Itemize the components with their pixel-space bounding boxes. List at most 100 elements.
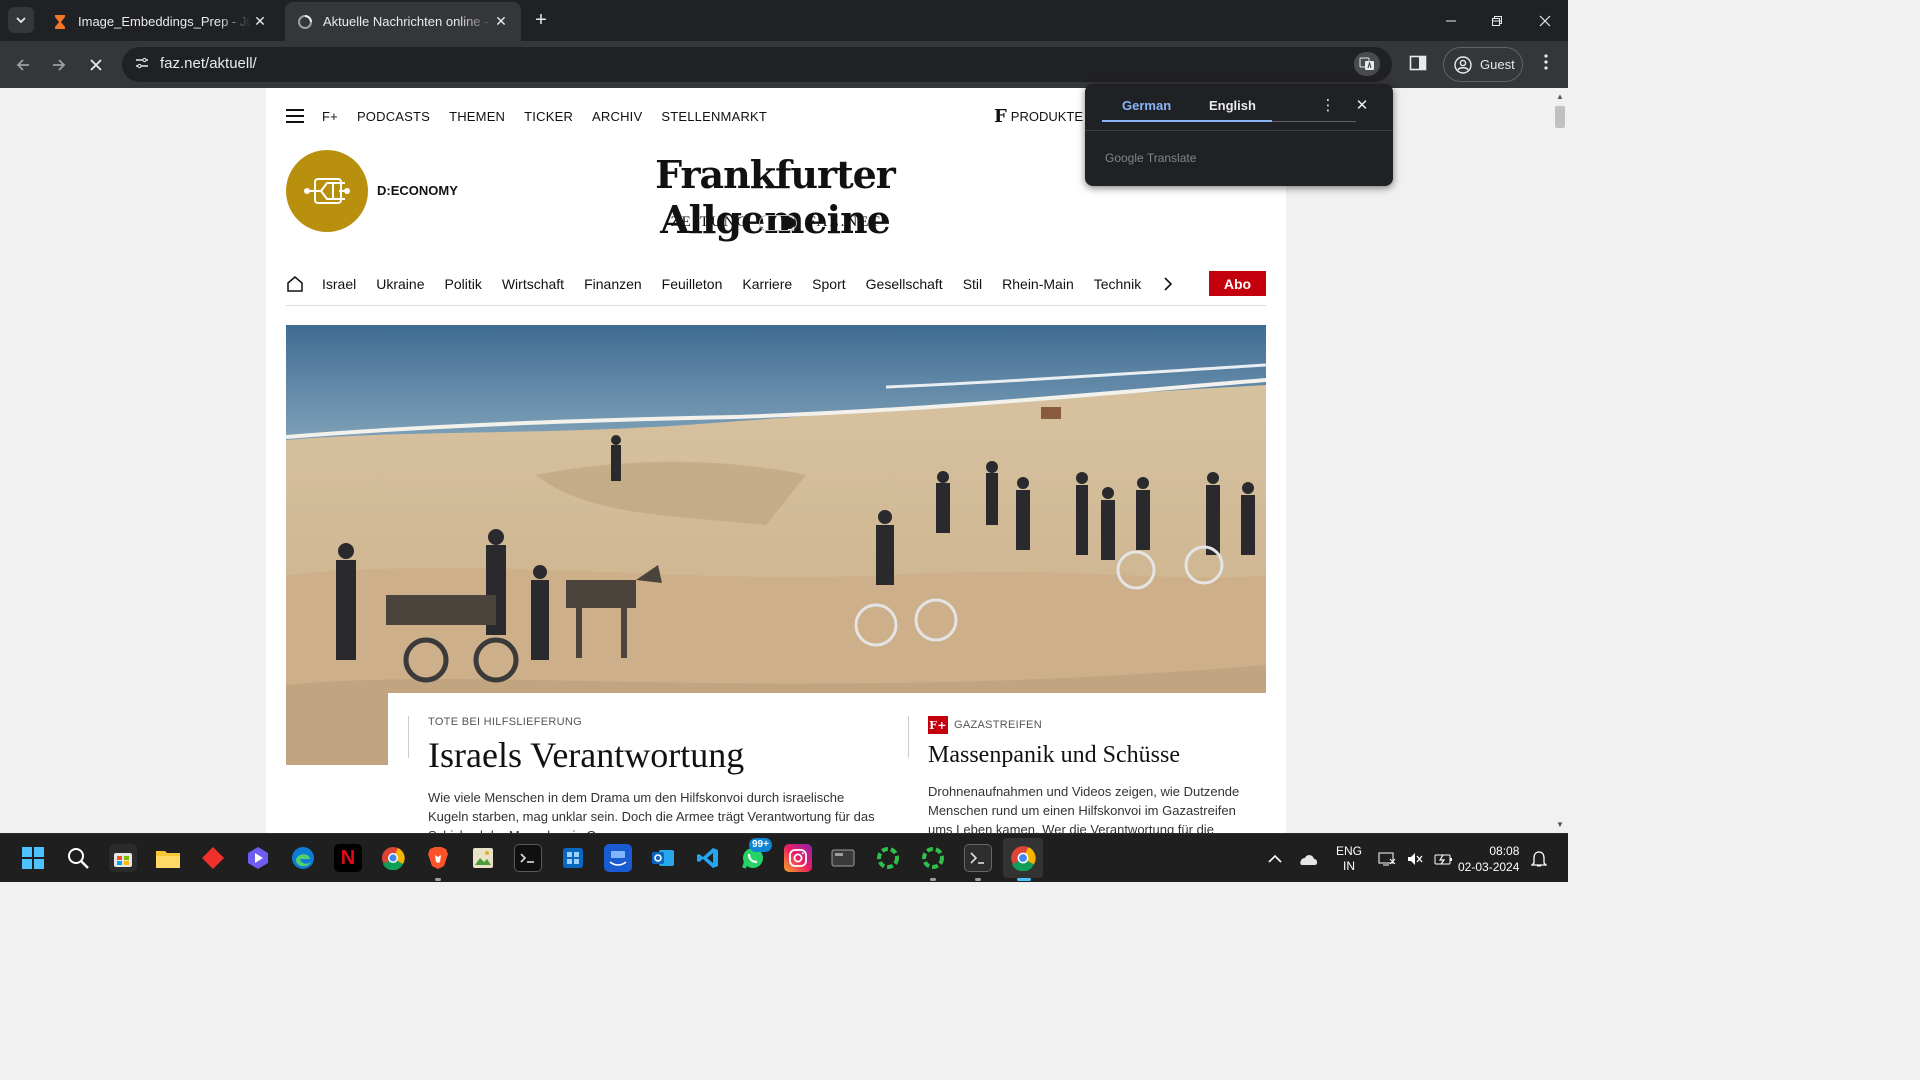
window-manager-icon[interactable] [829, 844, 857, 872]
lead-story[interactable]: TOTE BEI HILFSLIEFERUNG Israels Verantwo… [408, 716, 878, 833]
translate-source-tab[interactable]: German [1122, 98, 1171, 113]
edition-toggle[interactable] [759, 214, 798, 231]
home-icon[interactable] [286, 275, 304, 293]
onedrive-cloud-icon[interactable] [1298, 852, 1318, 866]
section-ukraine[interactable]: Ukraine [376, 276, 424, 292]
scroll-down-arrow-icon[interactable]: ▼ [1556, 820, 1564, 829]
address-bar[interactable]: faz.net/aktuell/ [122, 47, 1392, 82]
second-story-kicker: GAZASTREIFEN [954, 719, 1042, 731]
tab-title: Aktuelle Nachrichten online - FAZ [323, 14, 493, 29]
brave-icon[interactable] [424, 844, 452, 872]
section-karriere[interactable]: Karriere [742, 276, 792, 292]
lang-code: ENG [1336, 843, 1363, 858]
lead-story-headline[interactable]: Israels Verantwortung [428, 734, 878, 776]
tab-search-button[interactable] [8, 7, 34, 33]
section-gesellschaft[interactable]: Gesellschaft [866, 276, 943, 292]
image-viewer-icon[interactable] [469, 844, 497, 872]
second-story-teaser[interactable]: Drohnenaufnahmen und Videos zeigen, wie … [928, 782, 1248, 833]
lead-story-teaser[interactable]: Wie viele Menschen in dem Drama um den H… [428, 788, 878, 833]
section-feuilleton[interactable]: Feuilleton [662, 276, 723, 292]
scroll-up-arrow-icon[interactable]: ▲ [1556, 92, 1564, 101]
translate-icon[interactable] [1354, 52, 1380, 76]
deconomy-label[interactable]: D:ECONOMY [377, 183, 458, 198]
prime-video-icon[interactable] [604, 844, 632, 872]
outlook-icon[interactable] [649, 844, 677, 872]
hexagon-app-icon[interactable] [244, 844, 272, 872]
language-indicator[interactable]: ENG IN [1336, 834, 1362, 883]
page-scrollbar[interactable]: ▲ ▼ [1552, 88, 1568, 833]
notifications-icon[interactable] [1531, 834, 1547, 883]
translate-close-icon[interactable]: ✕ [1352, 96, 1372, 116]
abo-button[interactable]: Abo [1209, 271, 1266, 296]
browser-menu-button[interactable] [1534, 53, 1558, 77]
green-ring-app-icon-2[interactable] [919, 844, 947, 872]
section-technik[interactable]: Technik [1094, 276, 1141, 292]
close-tab-icon[interactable]: ✕ [493, 13, 509, 30]
microsoft-store-icon[interactable] [109, 844, 137, 872]
status-icons[interactable] [1378, 834, 1454, 883]
search-icon[interactable] [64, 844, 92, 872]
back-button[interactable] [10, 52, 36, 78]
file-explorer-icon[interactable] [154, 844, 182, 872]
url-text[interactable]: faz.net/aktuell/ [160, 55, 257, 72]
edge-icon[interactable] [289, 844, 317, 872]
second-story-headline[interactable]: Massenpanik und Schüsse [928, 740, 1248, 770]
section-rhein-main[interactable]: Rhein-Main [1002, 276, 1074, 292]
produkte-menu[interactable]: F PRODUKTE [994, 106, 1097, 127]
faznet-label[interactable]: FAZ.NET [807, 214, 881, 231]
nav-stellenmarkt[interactable]: STELLENMARKT [661, 109, 767, 124]
chrome-active-icon[interactable] [1003, 838, 1043, 878]
red-diamond-app-icon[interactable] [199, 844, 227, 872]
instagram-icon[interactable] [784, 844, 812, 872]
second-story[interactable]: F+ GAZASTREIFEN Massenpanik und Schüsse … [908, 716, 1248, 833]
section-politik[interactable]: Politik [444, 276, 481, 292]
nav-archiv[interactable]: ARCHIV [592, 109, 642, 124]
translate-options-icon[interactable]: ⋮ [1318, 96, 1338, 116]
translate-target-tab[interactable]: English [1209, 98, 1256, 113]
section-wirtschaft[interactable]: Wirtschaft [502, 276, 564, 292]
forward-button[interactable] [46, 52, 72, 78]
battery-charging-icon [1434, 854, 1452, 864]
site-info-icon[interactable] [132, 55, 152, 75]
tab-jupyter[interactable]: Image_Embeddings_Prep - Jupyter ✕ [40, 2, 280, 41]
loading-spinner-icon [298, 14, 312, 29]
close-window-button[interactable] [1522, 0, 1568, 41]
section-sport[interactable]: Sport [812, 276, 845, 292]
arrow-left-icon [16, 59, 29, 71]
new-tab-button[interactable]: + [528, 8, 554, 34]
nav-fplus[interactable]: F+ [322, 109, 338, 124]
nav-podcasts[interactable]: PODCASTS [357, 109, 430, 124]
hamburger-menu-icon[interactable] [286, 109, 304, 123]
zeitung-label[interactable]: ZEITUNG [670, 214, 749, 231]
section-finanzen[interactable]: Finanzen [584, 276, 642, 292]
green-ring-app-icon[interactable] [874, 844, 902, 872]
profile-guest-button[interactable]: Guest [1443, 47, 1523, 82]
deconomy-logo[interactable] [286, 150, 368, 232]
scrollbar-thumb[interactable] [1555, 106, 1565, 128]
guest-label: Guest [1480, 57, 1515, 72]
whatsapp-icon[interactable]: 99+ [739, 838, 772, 872]
netflix-icon[interactable]: N [334, 844, 362, 872]
vscode-icon[interactable] [694, 844, 722, 872]
section-israel[interactable]: Israel [322, 276, 356, 292]
chrome-icon[interactable] [379, 844, 407, 872]
windows-app-icon[interactable] [559, 844, 587, 872]
chevron-up-icon[interactable] [1268, 854, 1282, 864]
tab-faz[interactable]: Aktuelle Nachrichten online - FAZ ✕ [285, 2, 521, 41]
section-stil[interactable]: Stil [963, 276, 982, 292]
windows-start-icon[interactable] [19, 844, 47, 872]
stop-loading-button[interactable] [83, 52, 109, 78]
minimize-button-2[interactable] [1428, 0, 1474, 41]
whatsapp-badge: 99+ [749, 838, 772, 852]
terminal-icon[interactable] [514, 844, 542, 872]
powershell-icon[interactable] [964, 844, 992, 872]
hero-image[interactable] [286, 325, 1266, 765]
side-panel-icon[interactable] [1408, 53, 1432, 77]
clock[interactable]: 08:08 02-03-2024 [1458, 834, 1519, 883]
network-icon [1378, 852, 1396, 865]
restore-button[interactable] [1474, 0, 1520, 41]
nav-ticker[interactable]: TICKER [524, 109, 573, 124]
nav-themen[interactable]: THEMEN [449, 109, 505, 124]
chevron-right-icon[interactable] [1163, 276, 1173, 291]
close-tab-icon[interactable]: ✕ [252, 13, 268, 30]
